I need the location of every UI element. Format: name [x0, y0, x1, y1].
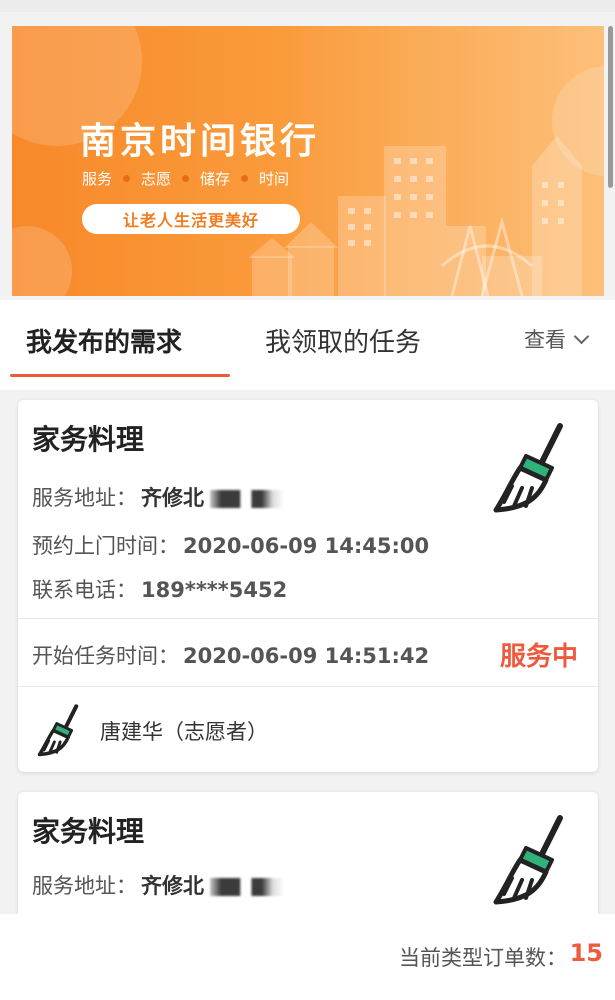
order-count-footer: 当前类型订单数： 15	[0, 914, 615, 1000]
appointment-time-label: 预约上门时间：	[32, 534, 179, 558]
start-time-row: 开始任务时间： 2020-06-09 14:51:42	[32, 640, 429, 670]
scrollbar[interactable]	[608, 26, 613, 188]
start-time-value: 2020-06-09 14:51:42	[183, 644, 430, 668]
active-tab-indicator	[10, 374, 230, 377]
tab-bar: 我发布的需求 我领取的任务 查看	[0, 300, 615, 390]
status-strip	[0, 0, 615, 12]
view-label: 查看	[524, 328, 566, 352]
start-time-label: 开始任务时间：	[32, 644, 179, 668]
address-row: 服务地址： 齐修北	[32, 870, 284, 900]
banner-tag: 储存	[200, 170, 231, 188]
view-dropdown[interactable]: 查看	[524, 324, 590, 354]
address-label: 服务地址：	[32, 874, 137, 898]
phone-row: 联系电话： 189****5452	[32, 574, 287, 604]
order-count-value: 15	[569, 939, 603, 967]
order-count-label: 当前类型订单数：	[399, 946, 567, 970]
banner-tags: 服务 志愿 储存 时间	[82, 168, 289, 189]
redacted-text	[210, 490, 284, 508]
divider	[18, 618, 598, 619]
status-badge: 服务中	[499, 642, 578, 672]
tab-published-demands[interactable]: 我发布的需求	[26, 322, 182, 359]
volunteer-broom-icon	[37, 704, 79, 757]
address-row: 服务地址： 齐修北	[32, 482, 284, 512]
tag-separator	[123, 175, 131, 182]
banner-tag: 服务	[82, 170, 113, 188]
broom-icon	[493, 423, 563, 513]
service-type: 家务料理	[32, 423, 145, 456]
address-value: 齐修北	[141, 874, 204, 898]
banner-tag: 志愿	[141, 170, 172, 188]
broom-icon	[493, 815, 563, 905]
tag-separator	[241, 175, 249, 182]
address-value: 齐修北	[141, 486, 204, 510]
divider	[18, 686, 598, 687]
banner-title: 南京时间银行	[80, 121, 321, 162]
banner-tag: 时间	[259, 170, 290, 188]
volunteer-name: 唐建华（志愿者）	[100, 720, 268, 744]
phone-value: 189****5452	[141, 578, 288, 602]
chevron-down-icon	[573, 328, 590, 344]
banner-slogan: 让老人生活更美好	[82, 204, 300, 234]
order-card[interactable]: 家务料理 服务地址： 齐修北 预约上门时间： 2020-06-09 14:45:00…	[18, 400, 598, 772]
appointment-time-value: 2020-06-09 14:45:00	[183, 534, 430, 558]
tab-claimed-tasks[interactable]: 我领取的任务	[265, 322, 421, 359]
phone-label: 联系电话：	[32, 578, 137, 602]
tag-separator	[182, 175, 190, 182]
appointment-time-row: 预约上门时间： 2020-06-09 14:45:00	[32, 530, 429, 560]
address-label: 服务地址：	[32, 486, 137, 510]
service-type: 家务料理	[32, 815, 145, 848]
redacted-text	[210, 878, 284, 896]
banner[interactable]: 南京时间银行 服务 志愿 储存 时间 让老人生活更美好	[12, 26, 604, 296]
